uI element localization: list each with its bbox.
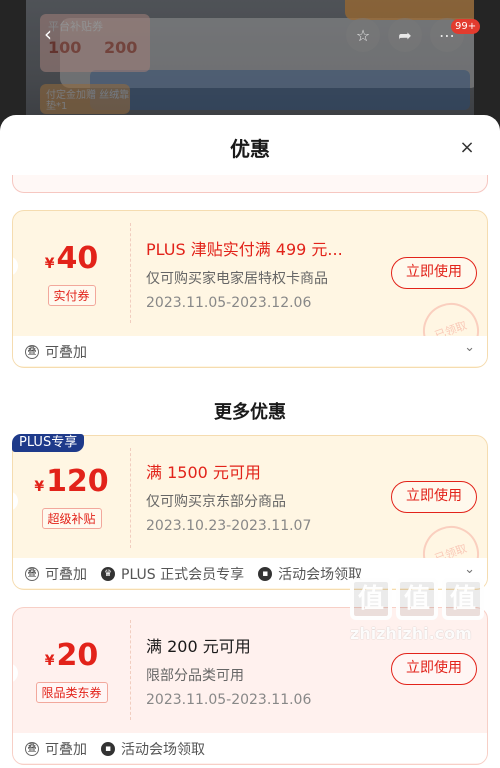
modal-overlay[interactable] [0,0,500,130]
tag-plus-member: ♛ PLUS 正式会员专享 [101,564,244,584]
coupon-title: 满 200 元可用 [146,637,251,656]
coupon-stub: ¥20 限品类东券 [13,608,130,733]
watermark-char: 值 [396,578,438,620]
use-now-button[interactable]: 立即使用 [391,653,477,685]
tag-label: 可叠加 [45,742,87,758]
coupon-type-tag: 限品类东券 [35,682,108,703]
dashed-divider [130,620,131,720]
coupon-footer: 叠可叠加 ▪ 活动会场领取 [13,733,487,763]
amount-value: 40 [56,241,99,276]
coupon-title: 满 1500 元可用 [146,463,261,482]
crown-icon: ♛ [101,567,115,581]
back-chevron-icon[interactable]: ‹ [44,22,52,46]
coupon-scope: 仅可购买家电家居特权卡商品 [146,271,328,287]
watermark-char: 值 [442,578,484,620]
currency-symbol: ¥ [44,653,55,669]
coupon-card: ¥40 实付券 PLUS 津贴实付满 499 元... 仅可购买家电家居特权卡商… [12,210,488,368]
share-icon[interactable]: ➦ [388,18,422,52]
product-page-backdrop: 平台补贴券 100 200 付定金加赠 丝绒靠垫*1 ‹ ☆ ➦ ⋯ 99+ [0,0,500,130]
tag-label: 可叠加 [45,567,87,583]
stackable-icon: 叠 [25,742,39,756]
coupon-scope: 仅可购买京东部分商品 [146,494,286,510]
dashed-divider [130,448,131,548]
coupon-info: 满 200 元可用 限部分品类可用 2023.11.05-2023.11.06 [146,633,311,708]
discount-sheet: 优惠 × ¥40 实付券 PLUS 津贴实付满 499 元... 仅可购买家电家… [0,115,500,768]
use-now-button[interactable]: 立即使用 [391,257,477,289]
coupon-stub: ¥40 实付券 [13,211,130,336]
coupon-validity: 2023.10.23-2023.11.07 [146,518,312,534]
tag-event-venue: ▪ 活动会场领取 [258,564,362,584]
coupon-validity: 2023.11.05-2023.12.06 [146,295,312,311]
tag-stackable: 叠可叠加 [25,342,87,362]
coupon-type-tag: 实付券 [47,285,96,306]
stackable-icon: 叠 [25,567,39,581]
tag-stackable: 叠可叠加 [25,739,87,759]
coupon-card: ¥120 超级补贴 满 1500 元可用 仅可购买京东部分商品 2023.10.… [12,435,488,590]
coupon-validity: 2023.11.05-2023.11.06 [146,692,312,708]
favorite-star-icon[interactable]: ☆ [346,18,380,52]
coupon-info: PLUS 津贴实付满 499 元... 仅可购买家电家居特权卡商品 2023.1… [146,236,343,311]
tag-event-venue: ▪ 活动会场领取 [101,739,205,759]
coupon-amount: ¥20 [13,638,130,673]
currency-symbol: ¥ [44,256,55,272]
venue-icon: ▪ [258,567,273,581]
coupon-type-tag: 超级补贴 [41,508,102,529]
watermark-char: 值 [350,578,392,620]
dashed-divider [130,223,131,323]
sheet-title: 优惠 [230,137,270,161]
coupon-title: PLUS 津贴实付满 499 元... [146,240,343,259]
stackable-icon: 叠 [25,345,39,359]
watermark-url: zhizhizhi.com [350,624,472,643]
venue-icon: ▪ [101,742,115,756]
amount-value: 20 [56,638,99,673]
tag-label: PLUS 正式会员专享 [121,567,245,583]
coupon-stub: ¥120 超级补贴 [13,436,130,558]
currency-symbol: ¥ [34,479,45,495]
previous-coupon-edge [12,175,488,193]
expand-chevron-icon[interactable]: ⌄ [464,562,475,577]
amount-value: 120 [46,464,109,499]
plus-exclusive-badge: PLUS专享 [12,434,85,452]
close-button[interactable]: × [456,137,478,159]
coupon-info: 满 1500 元可用 仅可购买京东部分商品 2023.10.23-2023.11… [146,459,311,534]
notification-badge: 99+ [451,19,481,34]
more-discounts-title: 更多优惠 [214,402,286,423]
expand-chevron-icon[interactable]: ⌄ [464,340,475,355]
coupon-footer: 叠可叠加 ⌄ [13,336,487,366]
site-watermark: 值 值 值 zhizhizhi.com [350,578,490,648]
coupon-scope: 限部分品类可用 [146,668,244,684]
use-now-button[interactable]: 立即使用 [391,481,477,513]
coupon-amount: ¥120 [13,464,130,499]
tag-stackable: 叠可叠加 [25,564,87,584]
coupon-amount: ¥40 [13,241,130,276]
tag-label: 可叠加 [45,345,87,361]
tag-label: 活动会场领取 [121,742,205,758]
